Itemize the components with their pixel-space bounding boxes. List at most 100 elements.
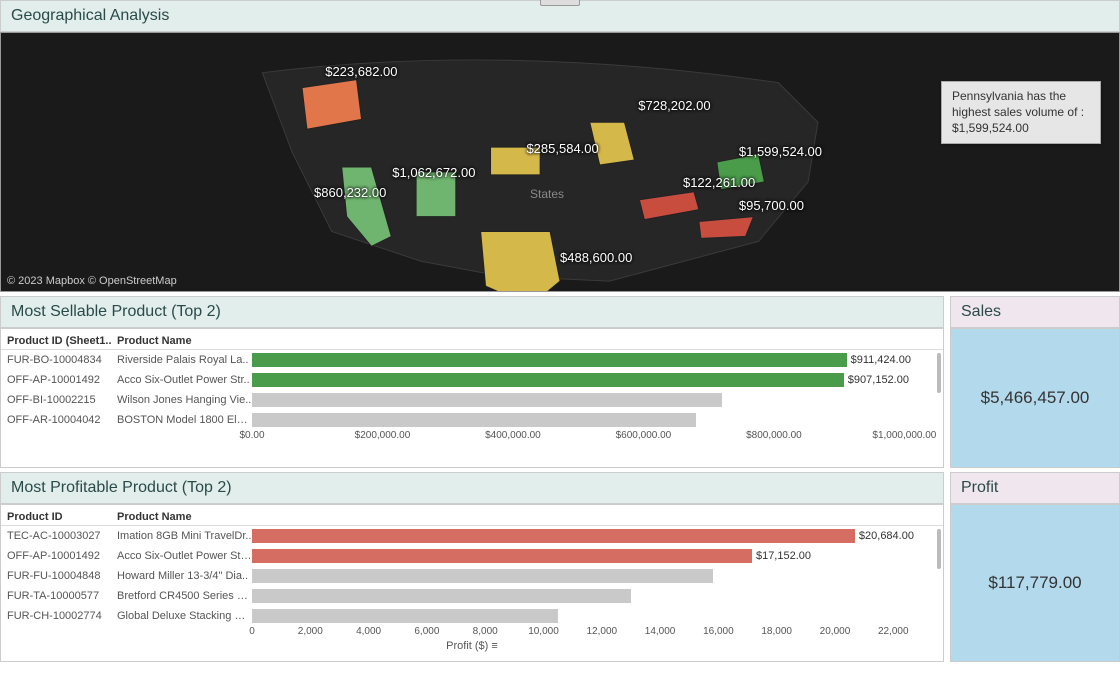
state-label-wisconsin: $728,202.00	[638, 98, 710, 113]
profitable-chart[interactable]: Product ID Product Name TEC-AC-10003027I…	[0, 504, 944, 662]
bar-area	[252, 412, 937, 428]
table-row[interactable]: OFF-AR-10004042BOSTON Model 1800 Elec..	[1, 410, 943, 430]
bar-area: $907,152.00	[252, 372, 937, 388]
product-name: Acco Six-Outlet Power Stri..	[117, 550, 252, 562]
bar-value-label: $20,684.00	[859, 528, 914, 544]
bar-area: $911,424.00	[252, 352, 937, 368]
panel-grip-icon[interactable]	[540, 0, 580, 6]
state-label-washington: $223,682.00	[325, 64, 397, 79]
product-id: FUR-BO-10004834	[7, 354, 117, 366]
product-id: FUR-TA-10000577	[7, 590, 117, 602]
product-id: OFF-BI-10002215	[7, 394, 117, 406]
axis-tick: 2,000	[298, 626, 323, 637]
table-row[interactable]: TEC-AC-10003027Imation 8GB Mini TravelDr…	[1, 526, 943, 546]
axis-tick: $600,000.00	[616, 430, 672, 441]
scroll-indicator[interactable]	[937, 529, 941, 569]
bar-value-label: $907,152.00	[848, 372, 909, 388]
sellable-header-row: Product ID (Sheet1.. Product Name	[1, 331, 943, 350]
state-texas[interactable]	[481, 231, 560, 291]
bar	[252, 589, 631, 603]
sales-panel-title: Sales	[950, 296, 1120, 328]
product-name: Wilson Jones Hanging Vie..	[117, 394, 252, 406]
bar-area: $20,684.00	[252, 528, 937, 544]
bar-area	[252, 392, 937, 408]
bar	[252, 529, 855, 543]
profit-panel-title: Profit	[950, 472, 1120, 504]
sellable-col-id: Product ID (Sheet1..	[7, 335, 117, 347]
state-label-kentucky: $122,261.00	[683, 175, 755, 190]
state-label-pennsylvania: $1,599,524.00	[739, 144, 822, 159]
sellable-axis: $0.00$200,000.00$400,000.00$600,000.00$8…	[252, 430, 937, 446]
axis-tick: 18,000	[761, 626, 792, 637]
bar-area: $17,152.00	[252, 548, 937, 564]
bar-area	[252, 588, 937, 604]
bar	[252, 373, 844, 387]
product-name: Acco Six-Outlet Power Str..	[117, 374, 252, 386]
axis-tick: 0	[249, 626, 255, 637]
product-name: Howard Miller 13-3/4" Dia..	[117, 570, 252, 582]
axis-tick: $800,000.00	[746, 430, 802, 441]
geo-map[interactable]: States $223,682.00 $728,202.00 $285,584.00…	[0, 32, 1120, 292]
table-row[interactable]: FUR-CH-10002774Global Deluxe Stacking Ch…	[1, 606, 943, 626]
axis-tick: 20,000	[820, 626, 851, 637]
bar	[252, 393, 722, 407]
map-attribution: © 2023 Mapbox © OpenStreetMap	[7, 275, 177, 287]
profitable-col-name: Product Name	[117, 511, 252, 523]
axis-tick: 22,000	[878, 626, 909, 637]
sales-value: $5,466,457.00	[950, 328, 1120, 468]
axis-tick: $400,000.00	[485, 430, 541, 441]
axis-tick: 10,000	[528, 626, 559, 637]
state-label-california: $860,232.00	[314, 185, 386, 200]
profit-value: $117,779.00	[950, 504, 1120, 662]
axis-tick: 6,000	[414, 626, 439, 637]
bar	[252, 353, 847, 367]
sellable-col-name: Product Name	[117, 335, 252, 347]
product-name: BOSTON Model 1800 Elec..	[117, 414, 252, 426]
profitable-header-row: Product ID Product Name	[1, 507, 943, 526]
product-name: Bretford CR4500 Series Sli..	[117, 590, 252, 602]
sellable-panel-title: Most Sellable Product (Top 2)	[0, 296, 944, 328]
state-label-utah: $1,062,672.00	[392, 165, 475, 180]
bar-area	[252, 568, 937, 584]
product-id: TEC-AC-10003027	[7, 530, 117, 542]
profitable-col-id: Product ID	[7, 511, 117, 523]
profitable-axis: 0 2,000 4,000 6,000 8,000 10,000 12,000 14,000 1…	[252, 626, 937, 642]
profitable-panel-title: Most Profitable Product (Top 2)	[0, 472, 944, 504]
axis-tick: 12,000	[586, 626, 617, 637]
scroll-indicator[interactable]	[937, 353, 941, 393]
product-id: OFF-AP-10001492	[7, 374, 117, 386]
table-row[interactable]: OFF-AP-10001492Acco Six-Outlet Power Str…	[1, 370, 943, 390]
axis-tick: 14,000	[645, 626, 676, 637]
product-id: FUR-CH-10002774	[7, 610, 117, 622]
bar-value-label: $911,424.00	[851, 352, 911, 368]
product-id: OFF-AP-10001492	[7, 550, 117, 562]
map-tooltip: Pennsylvania has the highest sales volum…	[941, 81, 1101, 144]
table-row[interactable]: FUR-FU-10004848Howard Miller 13-3/4" Dia…	[1, 566, 943, 586]
axis-tick: $200,000.00	[355, 430, 411, 441]
product-name: Riverside Palais Royal La..	[117, 354, 252, 366]
axis-tick: 16,000	[703, 626, 734, 637]
bar	[252, 609, 558, 623]
map-states-label: States	[530, 187, 564, 201]
table-row[interactable]: OFF-AP-10001492Acco Six-Outlet Power Str…	[1, 546, 943, 566]
bar-area	[252, 608, 937, 624]
axis-tick: $1,000,000.00	[872, 430, 936, 441]
axis-tick: $0.00	[239, 430, 264, 441]
axis-tick: 4,000	[356, 626, 381, 637]
axis-tick: 8,000	[473, 626, 498, 637]
product-name: Imation 8GB Mini TravelDr..	[117, 530, 252, 542]
state-label-northcarolina: $95,700.00	[739, 198, 804, 213]
state-label-texas: $488,600.00	[560, 250, 632, 265]
product-id: OFF-AR-10004042	[7, 414, 117, 426]
table-row[interactable]: FUR-BO-10004834Riverside Palais Royal La…	[1, 350, 943, 370]
bar	[252, 549, 752, 563]
product-id: FUR-FU-10004848	[7, 570, 117, 582]
bar-value-label: $17,152.00	[756, 548, 811, 564]
bar	[252, 413, 696, 427]
table-row[interactable]: OFF-BI-10002215Wilson Jones Hanging Vie.…	[1, 390, 943, 410]
product-name: Global Deluxe Stacking Ch..	[117, 610, 252, 622]
state-label-northdakota: $285,584.00	[526, 141, 598, 156]
sellable-chart[interactable]: Product ID (Sheet1.. Product Name FUR-BO…	[0, 328, 944, 468]
bar	[252, 569, 713, 583]
table-row[interactable]: FUR-TA-10000577Bretford CR4500 Series Sl…	[1, 586, 943, 606]
